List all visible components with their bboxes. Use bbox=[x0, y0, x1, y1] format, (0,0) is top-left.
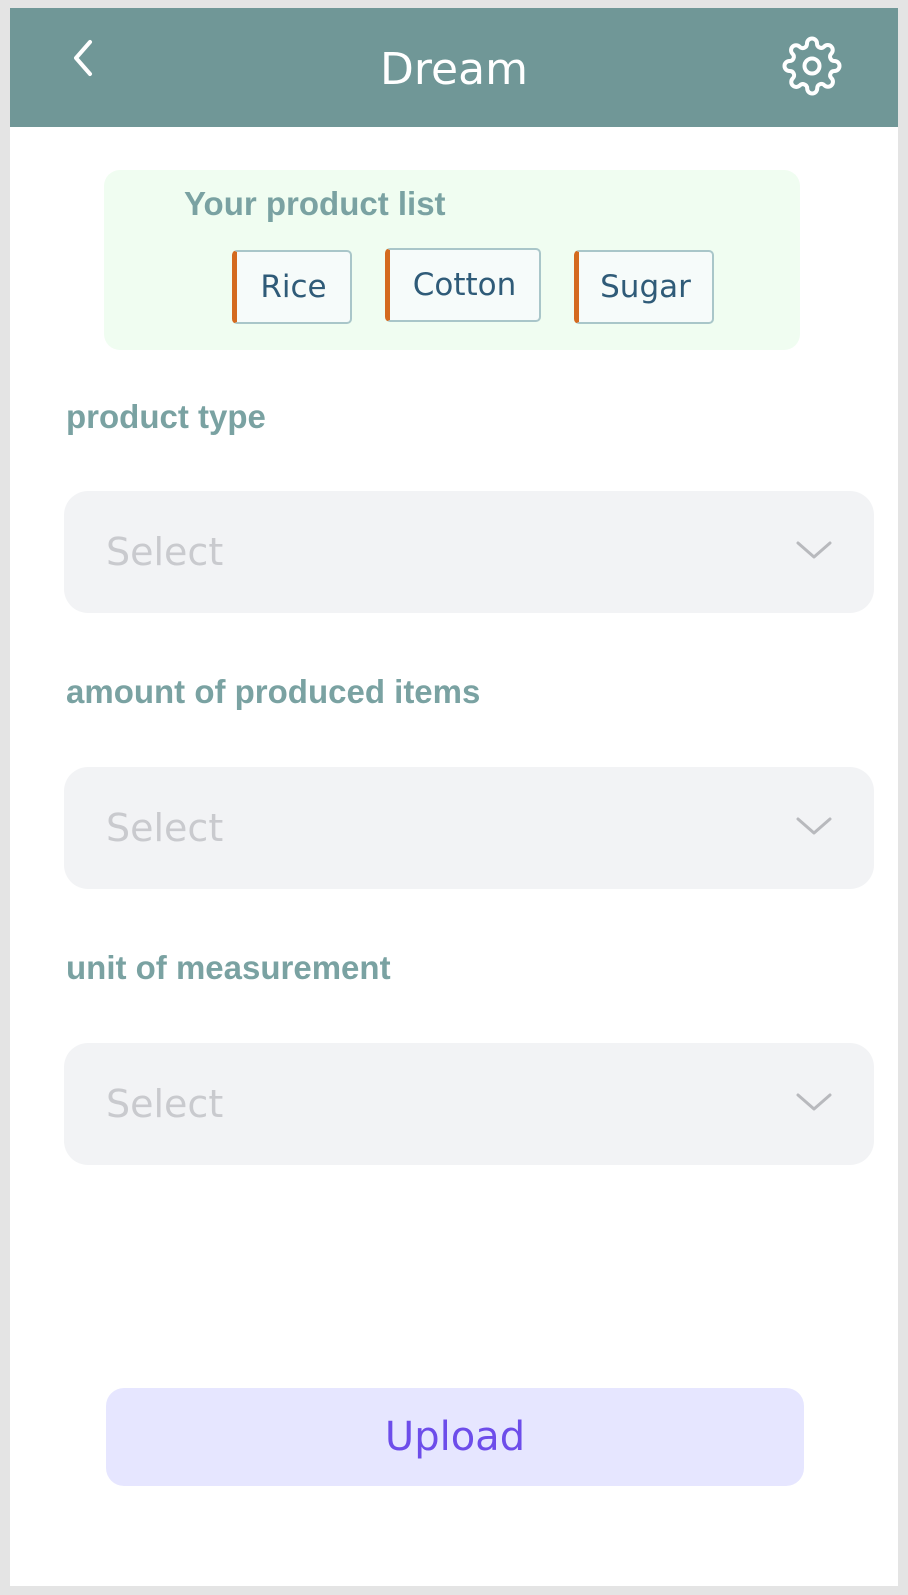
gear-icon bbox=[782, 36, 842, 101]
app-screen: Dream Your product list Rice Cotton Suga… bbox=[10, 8, 898, 1586]
product-type-label: product type bbox=[66, 398, 266, 435]
unit-select[interactable]: Select bbox=[64, 1043, 874, 1165]
amount-label: amount of produced items bbox=[66, 673, 481, 710]
select-placeholder: Select bbox=[106, 1082, 224, 1126]
product-chip-rice[interactable]: Rice bbox=[232, 250, 352, 324]
product-chip-cotton[interactable]: Cotton bbox=[385, 248, 541, 322]
select-placeholder: Select bbox=[106, 530, 224, 574]
settings-button[interactable] bbox=[780, 36, 844, 100]
unit-label: unit of measurement bbox=[66, 949, 391, 986]
page-title: Dream bbox=[380, 44, 528, 95]
product-list-title: Your product list bbox=[184, 185, 446, 222]
amount-select[interactable]: Select bbox=[64, 767, 874, 889]
product-type-select[interactable]: Select bbox=[64, 491, 874, 613]
chevron-down-icon bbox=[794, 811, 834, 841]
chevron-down-icon bbox=[794, 535, 834, 565]
top-bar: Dream bbox=[10, 8, 898, 127]
chevron-down-icon bbox=[794, 1087, 834, 1117]
upload-button[interactable]: Upload bbox=[106, 1388, 804, 1486]
product-list-card: Your product list Rice Cotton Sugar bbox=[104, 170, 800, 350]
product-chip-sugar[interactable]: Sugar bbox=[574, 250, 714, 324]
select-placeholder: Select bbox=[106, 806, 224, 850]
